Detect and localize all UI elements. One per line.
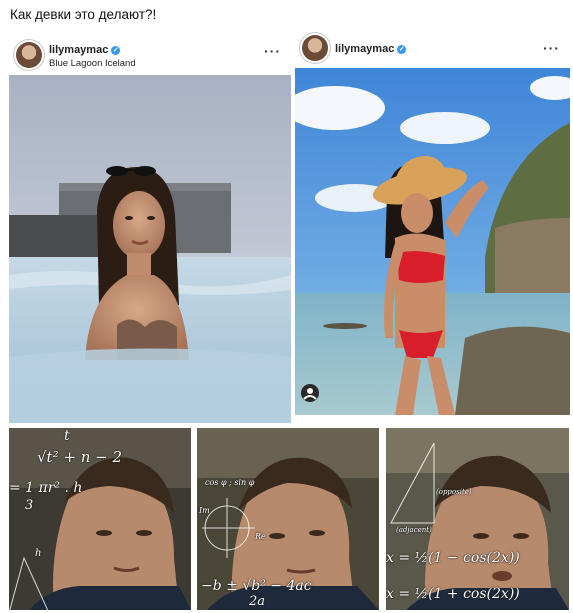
post-header: lilymaymac ✓ Blue Lagoon Iceland ··· xyxy=(9,37,291,75)
post-header: lilymaymac ✓ ··· xyxy=(295,30,570,68)
meme-panel-2: cos φ ; sin φ Im Re −b ± √b² − 4ac 2a xyxy=(197,428,379,610)
meme-panel-1: t √t² + n − 2 = 1 πr² . h 3 h xyxy=(9,428,191,610)
formula-text: x = ½(1 + cos(2x)) xyxy=(386,586,520,602)
formula-text: = 1 πr² . h xyxy=(9,480,83,496)
more-options-icon[interactable]: ··· xyxy=(543,40,560,56)
formula-text: (opposite) xyxy=(436,488,472,496)
formula-text: −b ± √b² − 4ac xyxy=(201,578,312,594)
formula-text: 2a xyxy=(249,594,266,609)
more-options-icon[interactable]: ··· xyxy=(264,43,281,59)
post-caption: Как девки это делают?! xyxy=(10,7,157,22)
verified-badge-icon: ✓ xyxy=(111,46,121,55)
post-photo-lagoon xyxy=(9,75,291,423)
formula-text: cos φ ; sin φ xyxy=(205,478,255,487)
location-link[interactable]: Blue Lagoon Iceland xyxy=(49,58,136,69)
username-link[interactable]: lilymaymac ✓ xyxy=(335,43,407,55)
formula-text: h xyxy=(35,548,42,559)
formula-text: Im xyxy=(199,506,210,515)
formula-text: t xyxy=(64,428,70,444)
avatar[interactable] xyxy=(16,42,42,68)
formula-text: 3 xyxy=(25,498,34,513)
instagram-post-2: lilymaymac ✓ ··· xyxy=(295,30,570,415)
post-photo-beach xyxy=(295,68,570,415)
formula-text: x = ½(1 − cos(2x)) xyxy=(386,550,520,566)
meme-panel-3: (opposite) (adjacent) x = ½(1 − cos(2x))… xyxy=(386,428,569,610)
avatar[interactable] xyxy=(302,35,328,61)
formula-text: Re xyxy=(255,532,266,541)
verified-badge-icon: ✓ xyxy=(397,45,407,54)
username-link[interactable]: lilymaymac ✓ xyxy=(49,44,121,56)
formula-text: √t² + n − 2 xyxy=(37,448,123,466)
formula-text: (adjacent) xyxy=(396,526,432,534)
instagram-post-1: lilymaymac ✓ Blue Lagoon Iceland ··· xyxy=(9,37,291,423)
